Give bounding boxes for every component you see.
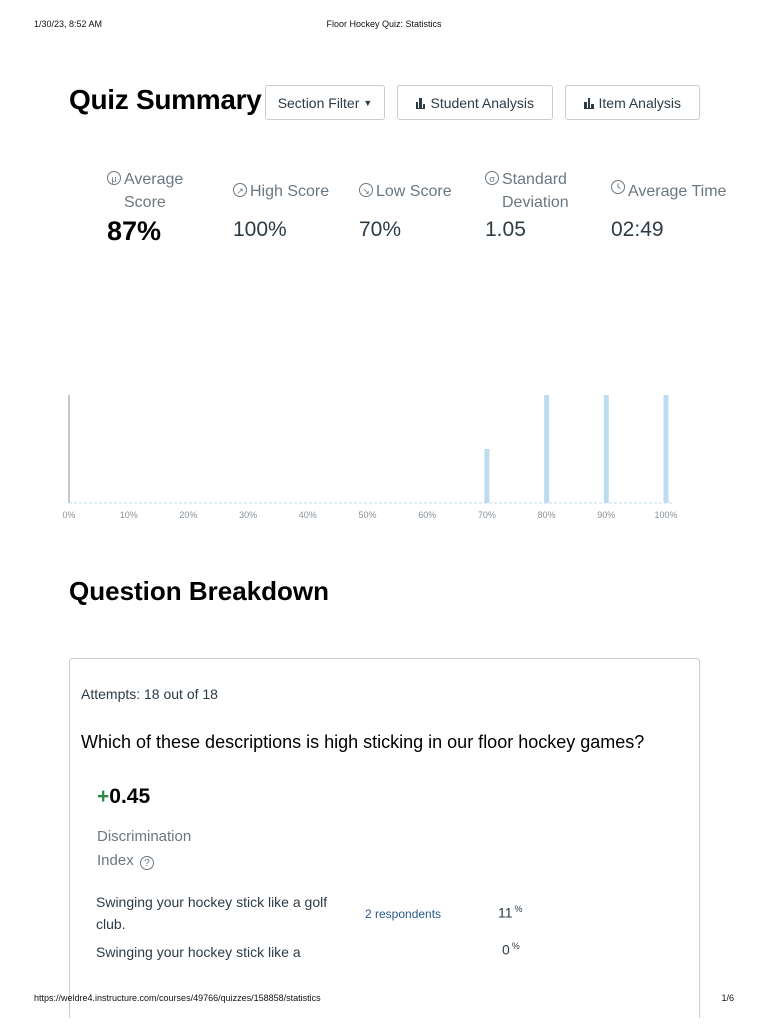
question-text: Which of these descriptions is high stic… bbox=[81, 732, 645, 752]
x-tick-label: 60% bbox=[418, 510, 436, 520]
respondents-link[interactable]: 2 respondents bbox=[365, 907, 441, 921]
stat-average-score: μ Average Score 87% bbox=[107, 168, 232, 247]
stat-value: 1.05 bbox=[485, 218, 526, 241]
section-filter-label: Section Filter bbox=[277, 94, 360, 111]
section-filter-button[interactable]: Section Filter ▼ bbox=[265, 85, 385, 120]
x-tick-label: 90% bbox=[597, 510, 615, 520]
stat-standard-deviation: σ Standard Deviation 1.05 bbox=[485, 168, 610, 242]
attempts-count: Attempts: 18 out of 18 bbox=[81, 686, 218, 702]
print-url: https://weldre4.instructure.com/courses/… bbox=[34, 993, 321, 1003]
stat-label: Low Score bbox=[376, 182, 452, 200]
x-tick-label: 80% bbox=[538, 510, 556, 520]
x-tick-label: 40% bbox=[299, 510, 317, 520]
bar-70%[interactable] bbox=[484, 449, 490, 503]
stat-value: 100% bbox=[233, 218, 287, 241]
print-page-number: 1/6 bbox=[721, 993, 734, 1003]
stat-label: Average Score bbox=[124, 171, 184, 211]
x-tick-label: 0% bbox=[62, 510, 75, 520]
score-distribution-svg: 0% 10% 20% 30% 40% 50% 60% 70% 80% 90% 100% bbox=[62, 395, 678, 520]
x-tick-label: 30% bbox=[239, 510, 257, 520]
print-page-title: Floor Hockey Quiz: Statistics bbox=[326, 19, 442, 29]
answer-percent: 11% bbox=[498, 904, 523, 921]
score-distribution-chart: 0% 10% 20% 30% 40% 50% 60% 70% 80% 90% 100% bbox=[55, 385, 695, 525]
answer-percent: 0% bbox=[502, 941, 520, 958]
answer-text: Swinging your hockey stick like a golf c… bbox=[96, 894, 328, 932]
question-card: Attempts: 18 out of 18 Which of these de… bbox=[69, 658, 700, 1018]
x-tick-label: 50% bbox=[358, 510, 376, 520]
question-breakdown-title: Question Breakdown bbox=[69, 576, 330, 606]
bar-chart-icon bbox=[415, 97, 426, 109]
plus-sign: + bbox=[97, 785, 110, 808]
percent-sign: % bbox=[514, 904, 523, 914]
discrimination-label-line1: Discrimination bbox=[97, 828, 192, 845]
percent-value: 0 bbox=[502, 941, 510, 958]
stat-label: High Score bbox=[250, 182, 330, 200]
stat-value: 02:49 bbox=[611, 218, 664, 241]
discrimination-index-label: Discrimination Index ? bbox=[97, 825, 207, 873]
discrimination-label-line2: Index bbox=[97, 852, 134, 869]
sigma-icon: σ bbox=[485, 171, 499, 185]
item-analysis-label: Item Analysis bbox=[598, 94, 681, 111]
x-tick-label: 20% bbox=[179, 510, 197, 520]
bar-chart-icon bbox=[584, 97, 594, 109]
quiz-summary-title: Quiz Summary bbox=[69, 84, 262, 115]
discrimination-index-value: +0.45 bbox=[97, 785, 150, 809]
clock-icon bbox=[611, 179, 625, 194]
student-analysis-label: Student Analysis bbox=[430, 94, 534, 111]
stat-label: Standard Deviation bbox=[502, 171, 569, 211]
bar-80%[interactable] bbox=[544, 395, 550, 503]
stat-value: 70% bbox=[359, 218, 402, 241]
student-analysis-button[interactable]: Student Analysis bbox=[397, 85, 553, 120]
bar-100%[interactable] bbox=[663, 395, 669, 503]
mu-icon: μ bbox=[107, 171, 121, 185]
answer-row: Swinging your hockey stick like a 0% bbox=[96, 941, 696, 985]
answer-row: Swinging your hockey stick like a golf c… bbox=[96, 891, 696, 935]
stat-average-time: Average Time 02:49 bbox=[611, 168, 735, 242]
stat-low-score: ↘ Low Score 70% bbox=[359, 168, 484, 242]
percent-value: 11 bbox=[498, 904, 513, 921]
bar-90%[interactable] bbox=[603, 395, 609, 503]
answer-text: Swinging your hockey stick like a bbox=[96, 944, 301, 960]
arrow-up-right-icon: ↗ bbox=[233, 182, 247, 197]
x-tick-label: 70% bbox=[478, 510, 496, 520]
stat-value: 87% bbox=[107, 216, 162, 246]
percent-sign: % bbox=[511, 941, 520, 951]
x-tick-label: 10% bbox=[120, 510, 138, 520]
stat-label: Average Time bbox=[628, 182, 727, 200]
item-analysis-button[interactable]: Item Analysis bbox=[565, 85, 700, 120]
arrow-down-right-icon: ↘ bbox=[359, 182, 373, 197]
discrimination-number: 0.45 bbox=[109, 785, 151, 808]
x-tick-label: 100% bbox=[654, 510, 677, 520]
stat-high-score: ↗ High Score 100% bbox=[233, 168, 358, 242]
help-icon[interactable]: ? bbox=[139, 856, 154, 870]
caret-down-icon: ▼ bbox=[363, 97, 373, 108]
